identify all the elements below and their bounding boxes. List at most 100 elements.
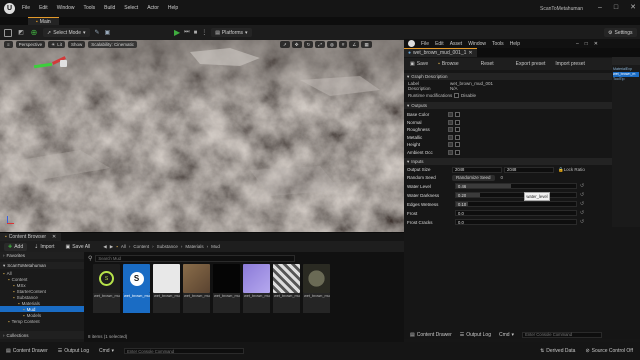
breadcrumb-materials[interactable]: Materials bbox=[185, 244, 203, 249]
play-icon[interactable]: ▶ bbox=[174, 28, 180, 37]
import-preset-button[interactable]: Import preset bbox=[555, 61, 584, 67]
breadcrumb-substance[interactable]: Substance bbox=[157, 244, 178, 249]
asset-tile[interactable]: wet_brown_mud_001_INST_height bbox=[213, 264, 240, 313]
show-button[interactable]: Show bbox=[67, 41, 86, 48]
settings-button[interactable]: ⚙ Settings bbox=[604, 28, 637, 37]
lit-button[interactable]: ☀ Lit bbox=[48, 41, 65, 48]
gizmo-center[interactable] bbox=[60, 60, 67, 67]
search-mud-input[interactable]: Search Mud bbox=[95, 255, 296, 262]
editor-menu-tools[interactable]: Tools bbox=[492, 41, 504, 47]
texture-swatch-icon[interactable] bbox=[448, 119, 453, 125]
reset-value-icon[interactable]: ↺ bbox=[580, 210, 584, 216]
texture-swatch-icon[interactable] bbox=[448, 134, 453, 140]
editor-menu-window[interactable]: Window bbox=[468, 41, 486, 47]
import-button[interactable]: ⇣ Import bbox=[30, 243, 58, 251]
details-side-item[interactable]: ToolTip bbox=[613, 77, 639, 82]
reset-value-icon[interactable]: ↺ bbox=[580, 219, 584, 225]
output-enable-checkbox[interactable] bbox=[455, 127, 460, 132]
favorites-header[interactable]: › Favorites bbox=[0, 252, 84, 259]
reset-value-icon[interactable]: ↺ bbox=[580, 183, 584, 189]
randomize-seed-button[interactable]: Randomize Seed bbox=[452, 174, 495, 181]
tab-content-browser[interactable]: ▪ Content Browser ✕ bbox=[0, 233, 62, 241]
editor-content-drawer[interactable]: ▤ Content Drawer bbox=[410, 332, 452, 338]
menu-actor[interactable]: Actor bbox=[147, 5, 159, 11]
output-enable-checkbox[interactable] bbox=[455, 112, 460, 117]
texture-swatch-icon[interactable] bbox=[448, 112, 453, 117]
output-enable-checkbox[interactable] bbox=[455, 134, 460, 140]
platforms-button[interactable]: ▤ Platforms ▾ bbox=[211, 28, 252, 37]
editor-menu-edit[interactable]: Edit bbox=[435, 41, 444, 47]
maximize-icon[interactable]: □ bbox=[614, 4, 618, 11]
slider-frost-cracks[interactable]: 0.0 bbox=[455, 219, 577, 225]
viewport-menu-button[interactable]: ≡ bbox=[4, 41, 13, 48]
reset-button[interactable]: Reset bbox=[481, 61, 494, 67]
asset-tile[interactable]: Swet_brown_mud_001_1 bbox=[123, 264, 150, 313]
tab-main[interactable]: ▪ Main bbox=[28, 17, 59, 25]
scale-tool-icon[interactable]: ⤢ bbox=[315, 41, 325, 48]
camera-speed-icon[interactable]: ▦ bbox=[361, 41, 372, 48]
save-button[interactable]: ▣ Save bbox=[410, 61, 428, 67]
menu-file[interactable]: File bbox=[22, 5, 30, 11]
content-drawer-button[interactable]: ▤ Content Drawer bbox=[6, 348, 48, 354]
modes-icon[interactable]: ◩ bbox=[17, 29, 25, 37]
reset-value-icon[interactable]: ↺ bbox=[580, 192, 584, 198]
scalability-warning[interactable]: Scalability: Cinematic bbox=[88, 41, 137, 48]
menu-window[interactable]: Window bbox=[57, 5, 75, 11]
gizmo-x-axis[interactable] bbox=[33, 62, 53, 69]
editor-cmd[interactable]: Cmd ▾ bbox=[499, 332, 514, 338]
select-tool-icon[interactable]: ➚ bbox=[280, 41, 290, 48]
asset-tile[interactable]: wet_brown_mud_001 bbox=[303, 264, 330, 313]
breadcrumb-mud[interactable]: Mud bbox=[211, 244, 220, 249]
slider-water-level[interactable]: 0.46 bbox=[455, 183, 577, 189]
output-enable-checkbox[interactable] bbox=[455, 142, 460, 147]
close-icon[interactable]: ✕ bbox=[52, 234, 56, 240]
transform-gizmo[interactable] bbox=[33, 56, 74, 76]
asset-tile[interactable]: wet_brown_mud_001_INST bbox=[273, 264, 300, 313]
texture-swatch-icon[interactable] bbox=[448, 142, 453, 147]
graph-description-section[interactable]: ▾ Graph Description bbox=[404, 73, 612, 80]
perspective-button[interactable]: Perspective bbox=[15, 41, 46, 48]
close-icon[interactable]: ✕ bbox=[630, 3, 636, 11]
maximize-icon[interactable]: □ bbox=[585, 41, 588, 47]
step-icon[interactable]: ⏭ bbox=[184, 29, 189, 36]
snap-angle-icon[interactable]: ∠ bbox=[349, 41, 360, 48]
outputs-section[interactable]: ▾ Outputs bbox=[404, 102, 612, 109]
output-enable-checkbox[interactable] bbox=[455, 119, 460, 125]
export-preset-button[interactable]: Export preset bbox=[516, 61, 546, 67]
editor-output-log[interactable]: ☰ Output Log bbox=[460, 332, 491, 338]
minimize-icon[interactable]: – bbox=[576, 41, 579, 47]
inputs-section[interactable]: ▾ Inputs bbox=[404, 158, 612, 165]
save-all-button[interactable]: ▣ Save All bbox=[61, 243, 94, 251]
texture-swatch-icon[interactable] bbox=[448, 149, 453, 155]
asset-tile[interactable]: Swet_brown_mud_001 bbox=[93, 264, 120, 313]
stop-icon[interactable]: ■ bbox=[194, 30, 198, 36]
editor-menu-help[interactable]: Help bbox=[510, 41, 520, 47]
texture-swatch-icon[interactable] bbox=[448, 127, 453, 132]
unreal-logo[interactable]: U bbox=[4, 3, 15, 14]
history-forward-icon[interactable]: ▶ bbox=[110, 244, 113, 250]
tree-item-temp-content[interactable]: ▪ Temp Content bbox=[0, 318, 84, 324]
move-tool-icon[interactable]: ✥ bbox=[291, 41, 302, 48]
browse-button[interactable]: ▪ Browse bbox=[438, 61, 458, 67]
close-icon[interactable]: ✕ bbox=[594, 41, 598, 47]
asset-tile[interactable]: wet_brown_mud_001_INST_normal bbox=[243, 264, 270, 313]
output-log-button[interactable]: ☰ Output Log bbox=[58, 348, 89, 354]
snap-grid-icon[interactable]: # bbox=[338, 41, 348, 48]
project-root-header[interactable]: ▾ ScanToMetahuman bbox=[0, 262, 84, 269]
collections-header[interactable]: › Collections bbox=[0, 331, 84, 339]
output-size-width[interactable]: 2048 bbox=[452, 166, 502, 173]
runtime-checkbox[interactable] bbox=[454, 92, 459, 98]
level-viewport[interactable] bbox=[0, 40, 404, 232]
asset-tile[interactable]: wet_brown_mud_001_INST bbox=[153, 264, 180, 313]
menu-select[interactable]: Select bbox=[124, 5, 138, 11]
console-input[interactable]: Enter Console Command bbox=[124, 348, 245, 354]
more-options-icon[interactable]: ⋮ bbox=[201, 29, 207, 36]
cmd-dropdown[interactable]: Cmd ▾ bbox=[99, 348, 114, 354]
world-space-icon[interactable]: ◍ bbox=[326, 41, 337, 48]
select-mode-button[interactable]: ➚ Select Mode ▾ bbox=[43, 28, 90, 37]
slider-water-darkness[interactable]: 0.20 bbox=[455, 192, 577, 198]
save-current-icon[interactable] bbox=[4, 28, 12, 37]
editor-console-input[interactable]: Enter Console Command bbox=[522, 331, 603, 338]
menu-edit[interactable]: Edit bbox=[39, 5, 48, 11]
close-icon[interactable]: ✕ bbox=[468, 50, 472, 56]
